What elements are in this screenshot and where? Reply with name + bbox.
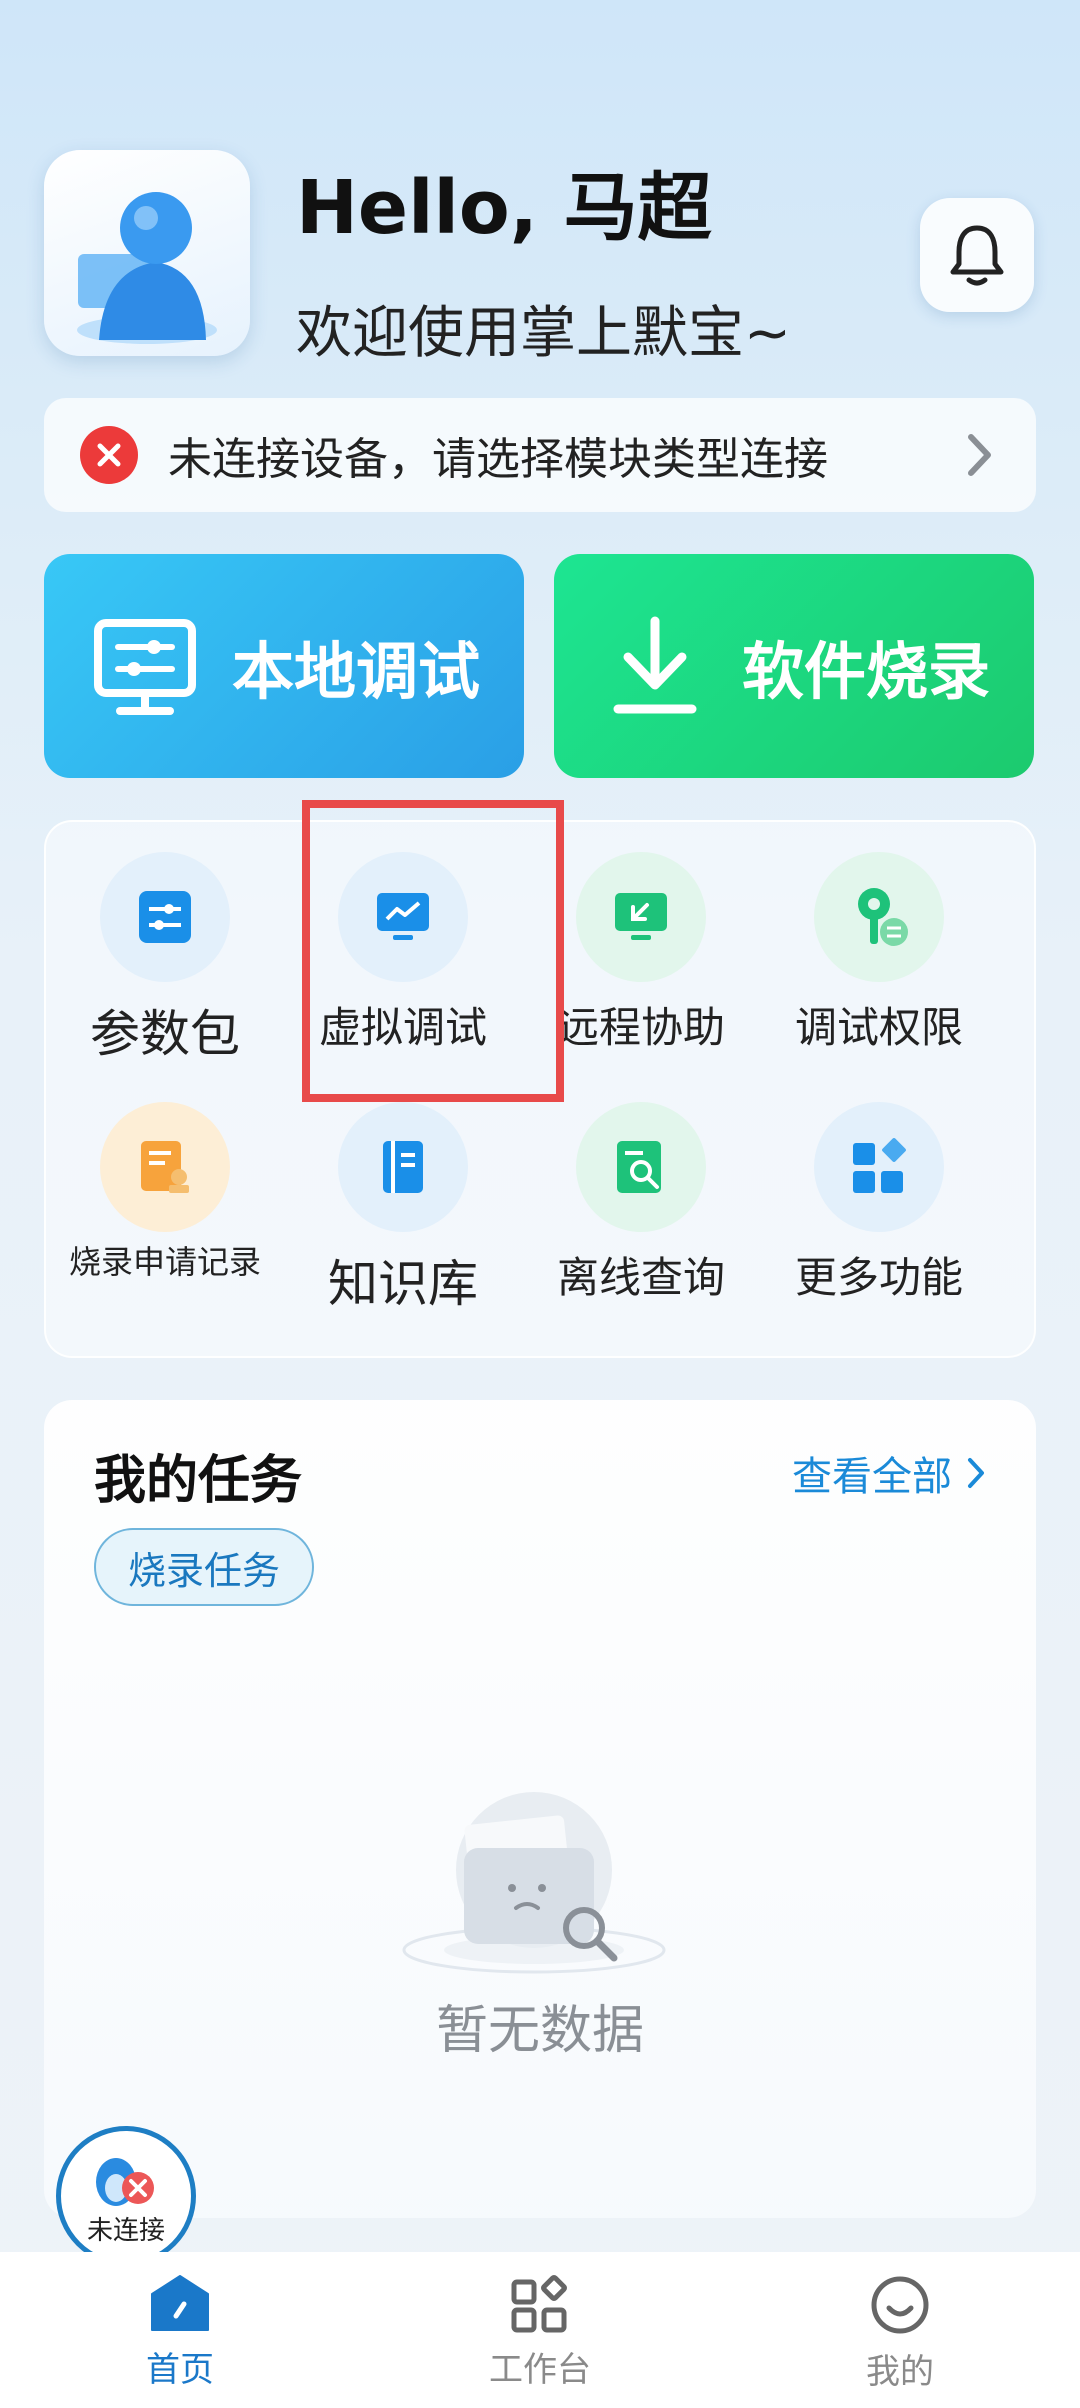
feature-burn-request-records[interactable]: 烧录申请记录: [46, 1102, 284, 1281]
nav-workbench[interactable]: 工作台: [420, 2252, 660, 2391]
empty-state-illustration-icon: [394, 1780, 674, 1980]
book-icon: [338, 1102, 468, 1232]
nav-mine-label: 我的: [866, 2352, 934, 2392]
view-all-label: 查看全部: [792, 1454, 952, 1500]
monitor-settings-icon: [80, 601, 210, 731]
nav-workbench-label: 工作台: [489, 2350, 591, 2390]
feature-label: 知识库: [328, 1255, 478, 1313]
feature-offline-query[interactable]: 离线查询: [522, 1102, 760, 1305]
feature-parameter-pack[interactable]: 参数包: [46, 852, 284, 1066]
nav-home-label: 首页: [146, 2350, 214, 2390]
document-stamp-icon: [100, 1102, 230, 1232]
user-avatar[interactable]: [44, 150, 250, 356]
connection-status-label: 未连接: [86, 2216, 165, 2246]
chevron-right-icon: [968, 434, 991, 476]
home-icon: [151, 2275, 209, 2331]
connection-status-text: 未连接设备，请选择模块类型连接: [168, 434, 828, 485]
smile-face-icon: [871, 2276, 929, 2334]
nav-mine[interactable]: 我的: [780, 2252, 1020, 2393]
download-icon: [590, 601, 720, 731]
search-document-icon: [576, 1102, 706, 1232]
remote-screen-icon: [576, 852, 706, 982]
local-debug-button[interactable]: 本地调试: [44, 554, 524, 778]
local-debug-label: 本地调试: [232, 635, 481, 708]
disconnected-mascot-icon: [96, 2158, 154, 2206]
empty-state-text: 暂无数据: [435, 2001, 644, 2061]
device-connection-banner[interactable]: 未连接设备，请选择模块类型连接: [44, 398, 1036, 512]
feature-label: 更多功能: [794, 1253, 963, 1302]
nav-home[interactable]: 首页: [60, 2252, 300, 2391]
view-all-link[interactable]: 查看全部: [792, 1444, 986, 1502]
bottom-navigation: 首页 工作台 我的: [0, 2252, 1080, 2408]
chevron-right-icon: [968, 1458, 984, 1488]
feature-label: 调试权限: [794, 1003, 963, 1052]
feature-label: 烧录申请记录: [68, 1243, 261, 1281]
feature-label: 离线查询: [556, 1253, 725, 1302]
error-icon: [80, 426, 138, 484]
feature-label: 参数包: [90, 1005, 240, 1063]
workbench-icon: [511, 2275, 567, 2333]
greeting-title: Hello, 马超: [296, 165, 712, 251]
tasks-title: 我的任务: [94, 1451, 303, 1511]
connection-status-fab[interactable]: 未连接: [56, 2126, 196, 2266]
feature-more[interactable]: 更多功能: [760, 1102, 998, 1305]
sliders-icon: [100, 852, 230, 982]
feature-debug-permission[interactable]: 调试权限: [760, 852, 998, 1055]
key-icon: [814, 852, 944, 982]
notification-bell-button[interactable]: [920, 198, 1034, 312]
welcome-subtitle: 欢迎使用掌上默宝~: [296, 301, 791, 366]
bell-icon: [950, 225, 1004, 286]
my-tasks-card: 我的任务 查看全部 烧录任务 暂无数据: [44, 1400, 1036, 2218]
highlight-box: [302, 800, 564, 1102]
burn-task-filter-chip[interactable]: 烧录任务: [94, 1528, 314, 1606]
apps-icon: [814, 1102, 944, 1232]
software-burn-label: 软件烧录: [742, 635, 991, 708]
feature-knowledge-base[interactable]: 知识库: [284, 1102, 522, 1316]
software-burn-button[interactable]: 软件烧录: [554, 554, 1034, 778]
